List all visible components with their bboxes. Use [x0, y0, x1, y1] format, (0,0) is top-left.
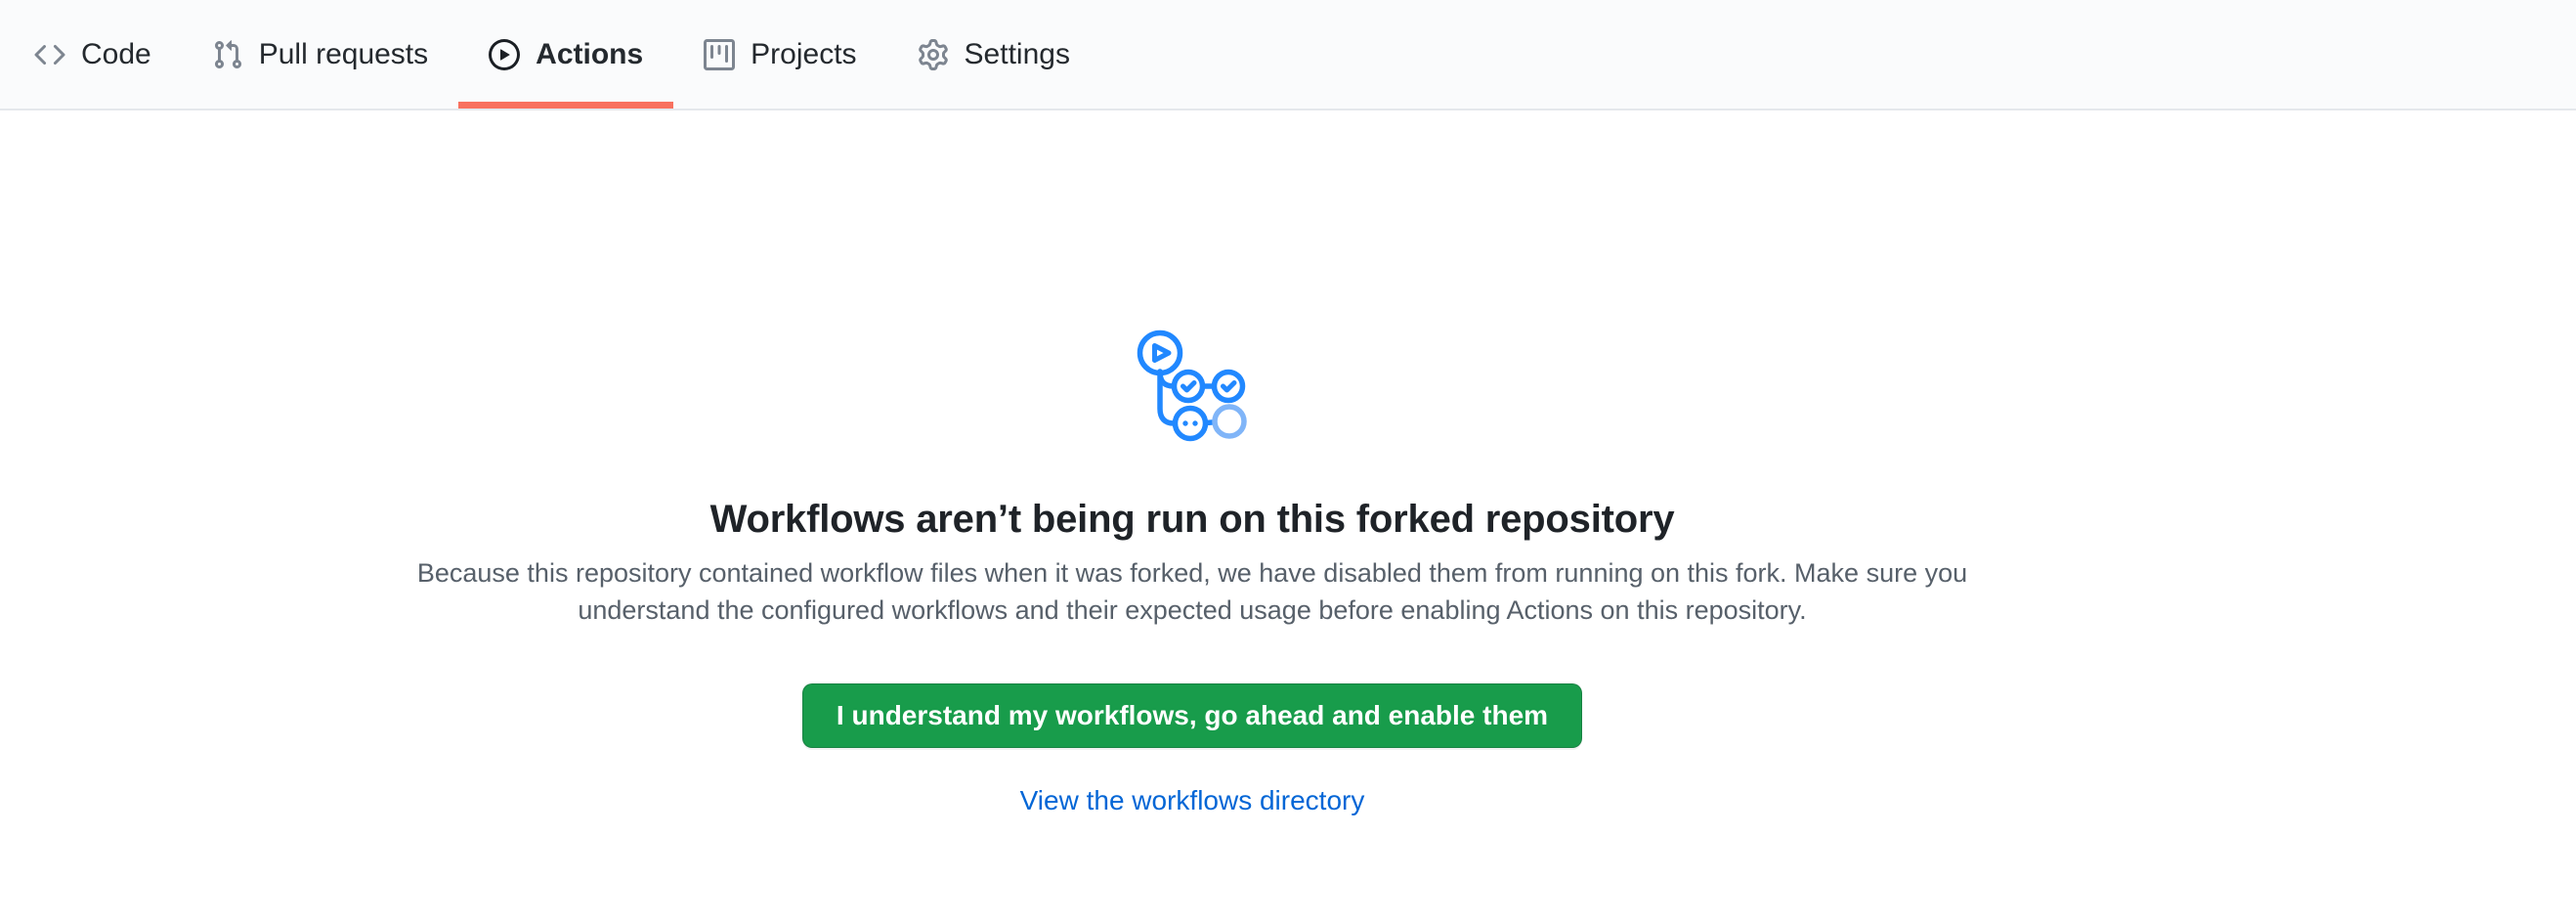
- tab-code[interactable]: Code: [4, 0, 182, 109]
- page-title: Workflows aren’t being run on this forke…: [0, 496, 2384, 543]
- actions-disabled-page: Workflows aren’t being run on this forke…: [0, 110, 2384, 816]
- blankslate-description: Because this repository contained workfl…: [386, 554, 1998, 629]
- project-board-icon: [704, 39, 735, 70]
- workflow-graph-icon: [1137, 329, 1248, 442]
- workflows-disabled-blankslate: Workflows aren’t being run on this forke…: [0, 110, 2384, 816]
- repo-tab-bar: Code Pull requests Actions Projects Sett…: [0, 0, 2576, 110]
- pull-request-icon: [212, 39, 243, 70]
- tab-pull-requests[interactable]: Pull requests: [182, 0, 458, 109]
- enable-button-row: I understand my workflows, go ahead and …: [0, 629, 2384, 748]
- tab-settings[interactable]: Settings: [887, 0, 1100, 109]
- gear-icon: [918, 39, 949, 70]
- view-workflows-directory-link[interactable]: View the workflows directory: [1020, 785, 1365, 815]
- tab-label: Projects: [751, 38, 856, 71]
- tab-label: Actions: [536, 38, 643, 71]
- enable-workflows-button[interactable]: I understand my workflows, go ahead and …: [802, 683, 1582, 748]
- tab-label: Code: [81, 38, 151, 71]
- tab-projects[interactable]: Projects: [673, 0, 886, 109]
- code-icon: [34, 39, 65, 70]
- tab-label: Settings: [965, 38, 1070, 71]
- tab-label: Pull requests: [259, 38, 428, 71]
- tab-actions[interactable]: Actions: [458, 0, 673, 109]
- play-circle-icon: [489, 39, 520, 70]
- workflows-link-row: View the workflows directory: [0, 785, 2384, 816]
